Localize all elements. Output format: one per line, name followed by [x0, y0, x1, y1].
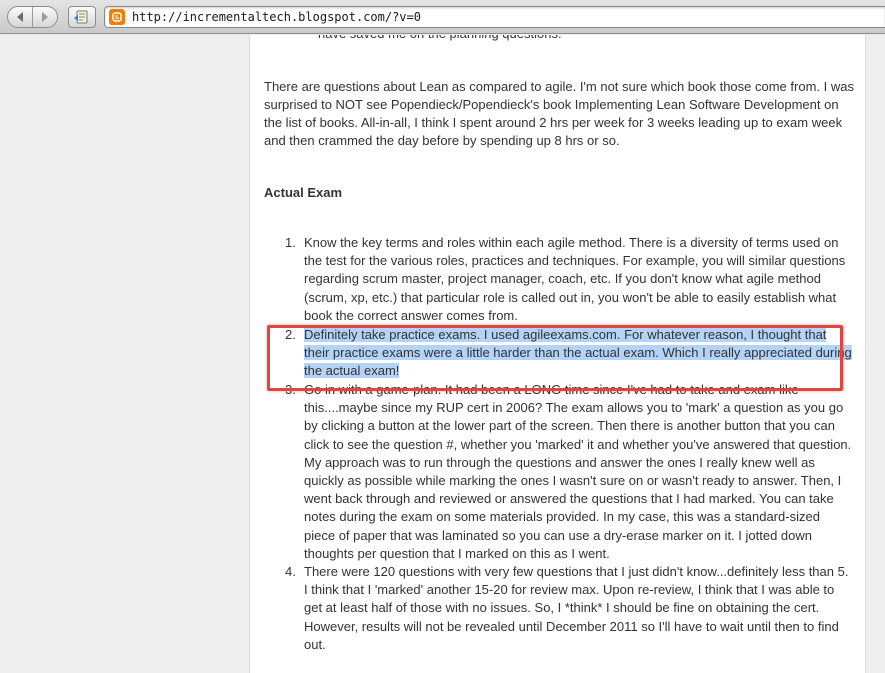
list-item: 4. There were 120 questions with very fe… — [264, 563, 854, 663]
back-arrow-icon — [17, 12, 23, 22]
previous-text-fragment: have saved me on the planning questions. — [318, 35, 562, 43]
nav-button-group — [7, 6, 58, 28]
url-text[interactable]: http://incrementaltech.blogspot.com/?v=0 — [132, 10, 421, 24]
exam-tips-list: 1. Know the key terms and roles within e… — [264, 234, 854, 663]
address-bar[interactable]: http://incrementaltech.blogspot.com/?v=0 — [104, 6, 885, 28]
blogger-favicon — [109, 9, 125, 25]
post-paragraph: There are questions about Lean as compar… — [264, 79, 854, 148]
forward-arrow-icon — [42, 12, 48, 22]
list-number: 2. — [285, 327, 296, 342]
list-item-text: Know the key terms and roles within each… — [304, 235, 846, 323]
selected-text[interactable]: Definitely take practice exams. I used a… — [304, 327, 852, 379]
list-item-selected: 2. Definitely take practice exams. I use… — [264, 326, 854, 381]
list-item: 3. Go in with a game-plan. It had been a… — [264, 381, 854, 563]
browser-toolbar: http://incrementaltech.blogspot.com/?v=0 — [0, 0, 885, 34]
list-item-text: Go in with a game-plan. It had been a LO… — [304, 382, 852, 561]
reader-button[interactable] — [68, 6, 96, 28]
list-number: 4. — [285, 564, 296, 579]
reader-icon — [74, 10, 88, 24]
list-number: 1. — [285, 235, 296, 250]
list-item-text: There were 120 questions with very few q… — [304, 564, 849, 652]
blog-post: have saved me on the planning questions.… — [249, 35, 866, 673]
section-heading: Actual Exam — [264, 185, 343, 200]
back-button[interactable] — [8, 7, 32, 27]
list-item: 1. Know the key terms and roles within e… — [264, 234, 854, 324]
forward-button[interactable] — [32, 7, 57, 27]
list-number: 3. — [285, 382, 296, 397]
